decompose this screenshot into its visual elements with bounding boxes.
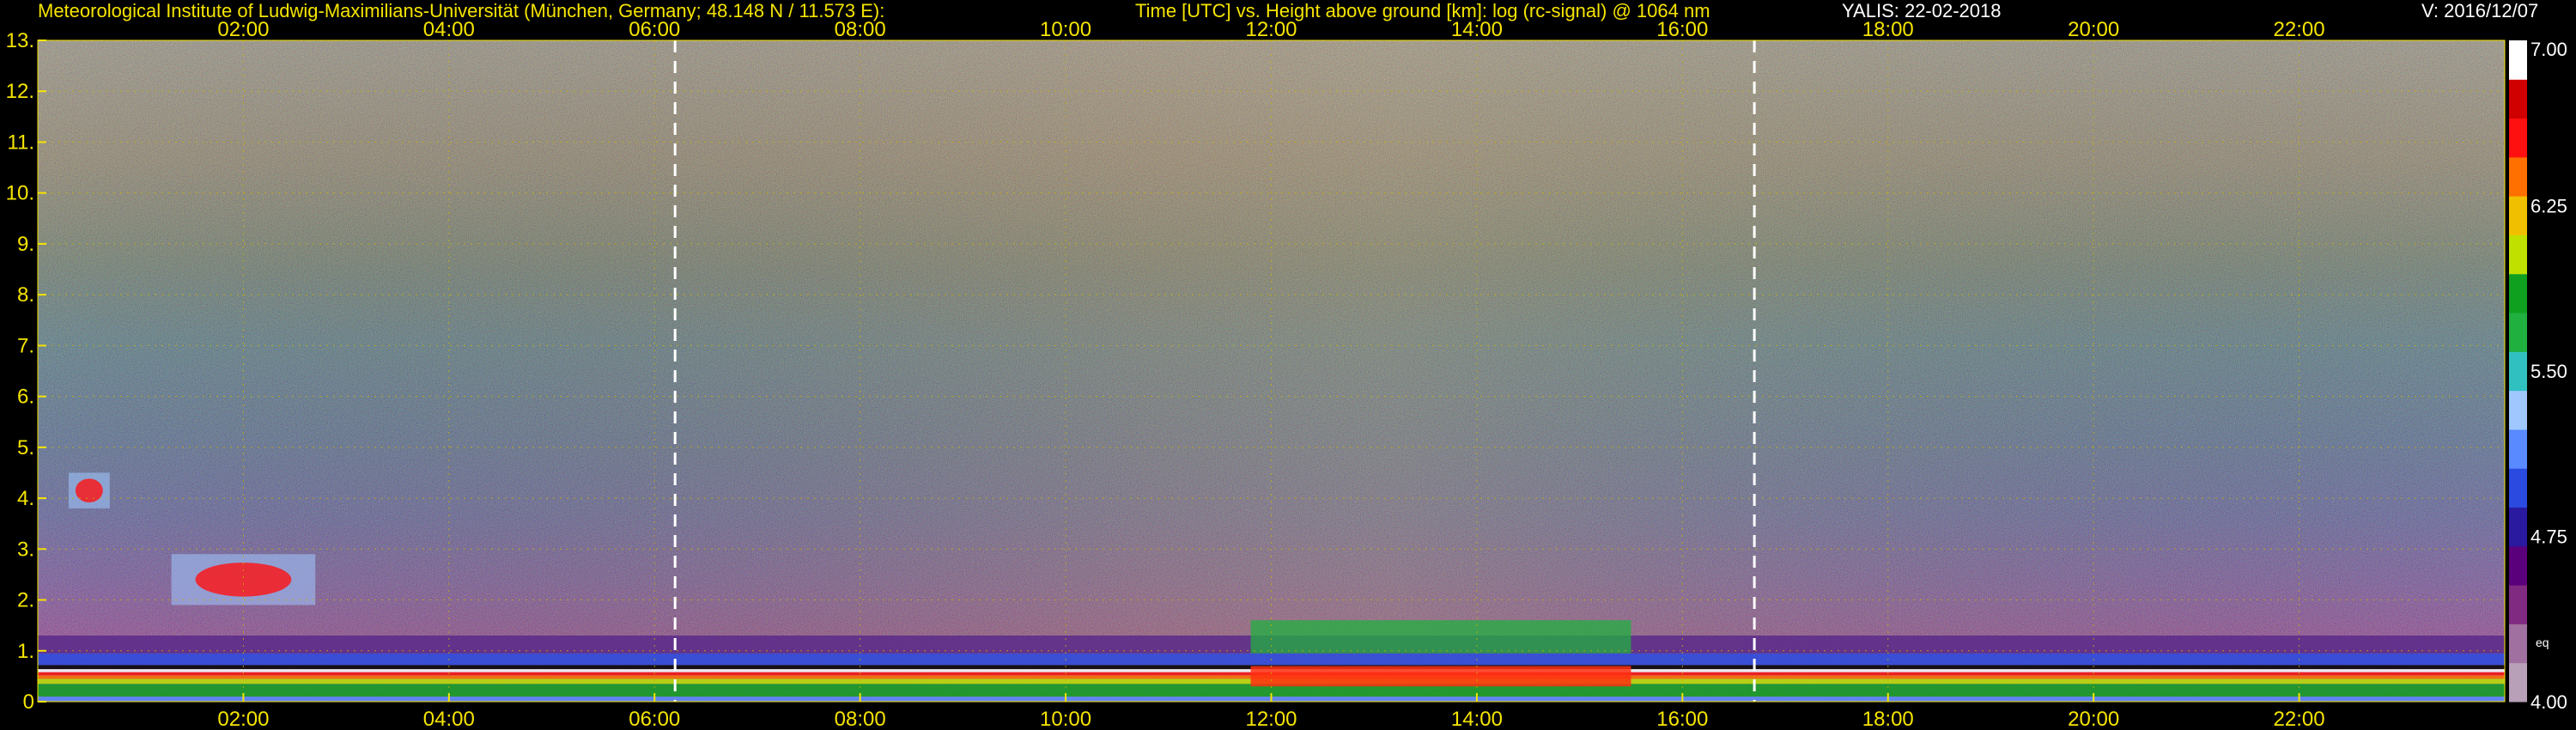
lidar-chart: 0 1. 2. 3. 4. 5. 6. 7. 8. 9. 10. 11. 12. 13. 02:00 04:…: [6, 18, 2567, 730]
elevated-cloud-core-2: [75, 478, 103, 503]
colorbar-segment: [2509, 234, 2527, 275]
y-tick-label: 3.: [17, 538, 34, 561]
colorbar-tick-label: 4.00: [2530, 691, 2567, 713]
y-tick-label: 9.: [17, 233, 34, 256]
x-tick-label-bottom: 04:00: [423, 708, 475, 730]
y-tick-label: 13.: [6, 29, 34, 52]
x-tick-label-top: 10:00: [1040, 18, 1091, 41]
colorbar-segment: [2509, 273, 2527, 313]
colorbar-segment: [2509, 662, 2527, 703]
x-tick-label-bottom: 22:00: [2274, 708, 2325, 730]
y-tick-label: 7.: [17, 334, 34, 357]
colorbar-segment: [2509, 468, 2527, 508]
colorbar-segment: [2509, 624, 2527, 664]
colorbar-segment: [2509, 585, 2527, 624]
colorbar-segment: [2509, 196, 2527, 235]
x-tick-label-bottom: 02:00: [217, 708, 269, 730]
y-tick-label: 12.: [6, 80, 34, 103]
colorbar-segment: [2509, 390, 2527, 430]
convective-mixing-core: [1250, 666, 1631, 687]
x-tick-label-bottom: 18:00: [1862, 708, 1914, 730]
colorbar-tick-label: 4.75: [2530, 526, 2567, 548]
x-tick-label-bottom: 12:00: [1245, 708, 1297, 730]
colorbar-segment: [2509, 545, 2527, 586]
colorbar-tick-label: 5.50: [2530, 361, 2567, 382]
y-tick-label: 11.: [7, 131, 34, 154]
institute-label: Meteorological Institute of Ludwig-Maxim…: [38, 0, 885, 21]
colorbar-segment: [2509, 79, 2527, 119]
colorbar-segment: [2509, 313, 2527, 352]
x-tick-label-bottom: 20:00: [2068, 708, 2119, 730]
colorbar-segment: [2509, 507, 2527, 547]
colorbar: 7.00 6.25 5.50 4.75 4.00 eq: [2509, 39, 2567, 713]
x-tick-label-top: 22:00: [2274, 18, 2325, 41]
colorbar-segment: [2509, 156, 2527, 197]
colorbar-segment: [2509, 429, 2527, 469]
y-tick-label: 6.: [17, 386, 34, 409]
y-tick-label: 0: [23, 690, 34, 714]
y-tick-label: 4.: [17, 487, 34, 510]
colorbar-segment: [2509, 40, 2527, 80]
colorbar-tick-label: 7.00: [2530, 39, 2567, 60]
y-tick-label: 2.: [17, 589, 34, 612]
colorbar-segment: [2509, 118, 2527, 158]
y-tick-label: 8.: [17, 283, 34, 307]
y-tick-label: 1.: [17, 640, 34, 663]
y-tick-label: 5.: [17, 436, 34, 459]
colorbar-label: eq: [2536, 636, 2549, 649]
x-tick-label-bottom: 08:00: [835, 708, 886, 730]
colorbar-segment: [2509, 351, 2527, 392]
instrument-date: YALIS: 22-02-2018: [1842, 0, 2002, 21]
colorbar-tick-label: 6.25: [2530, 196, 2567, 217]
x-tick-label-bottom: 16:00: [1656, 708, 1708, 730]
x-tick-label-bottom: 10:00: [1040, 708, 1091, 730]
plot-title: Time [UTC] vs. Height above ground [km]:…: [1135, 0, 1710, 21]
x-tick-label-bottom: 14:00: [1451, 708, 1503, 730]
version-label: V: 2016/12/07: [2421, 0, 2539, 21]
convective-mixing-region: [1250, 620, 1631, 654]
x-tick-label-top: 20:00: [2068, 18, 2119, 41]
y-tick-label: 10.: [6, 182, 34, 205]
x-tick-label-bottom: 06:00: [629, 708, 680, 730]
